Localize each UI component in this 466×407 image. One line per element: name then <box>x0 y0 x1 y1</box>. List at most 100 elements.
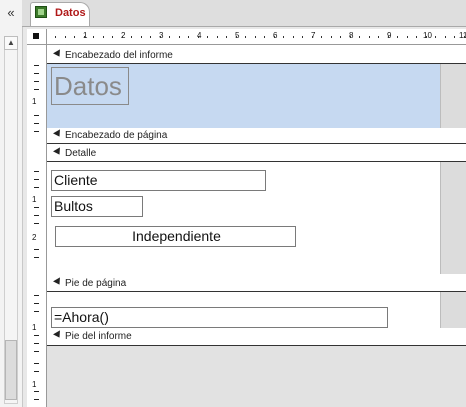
ruler-tick <box>283 36 284 38</box>
vruler-tick <box>34 371 39 372</box>
ruler-tick <box>378 36 379 38</box>
ruler-tick <box>197 36 199 38</box>
section-label: Detalle <box>65 148 97 159</box>
vruler-tick <box>34 81 39 82</box>
ruler-tick <box>245 36 246 38</box>
ruler-tick <box>74 36 75 38</box>
vruler-tick <box>34 295 39 296</box>
report-icon <box>35 6 47 18</box>
horizontal-ruler[interactable]: 1 2 3 4 5 6 7 8 9 10 11 <box>47 29 466 45</box>
ruler-tick <box>140 36 142 38</box>
ruler-tick <box>416 36 417 38</box>
ruler-tick <box>207 36 208 38</box>
ruler-tick <box>159 36 161 38</box>
ruler-tick <box>112 36 113 38</box>
ruler-tick <box>64 36 66 38</box>
ruler-tick <box>292 36 294 38</box>
section-arrow-icon <box>53 149 61 157</box>
ruler-tick <box>463 36 465 38</box>
ruler-tick <box>216 36 218 38</box>
ruler-tick <box>55 36 56 38</box>
vruler-tick <box>34 215 39 216</box>
ruler-tick <box>131 36 132 38</box>
vruler-tick <box>34 207 39 208</box>
ruler-tick <box>444 36 446 38</box>
ruler-tick <box>226 36 227 38</box>
ruler-tick <box>349 36 351 38</box>
independiente-textbox[interactable]: Independiente <box>55 226 296 247</box>
detail-margin <box>440 162 466 274</box>
section-arrow-icon <box>53 332 61 340</box>
vruler-tick <box>34 363 39 364</box>
section-label: Pie del informe <box>65 331 132 342</box>
ruler-number: 10 <box>423 31 432 40</box>
section-bar-detail[interactable]: Detalle <box>47 146 466 162</box>
report-title-label[interactable]: Datos <box>51 67 129 105</box>
vruler-tick <box>34 123 39 124</box>
section-arrow-icon <box>53 279 61 287</box>
section-bar-report-footer[interactable]: Pie del informe <box>47 329 466 346</box>
ruler-tick <box>254 36 256 38</box>
bultos-textbox[interactable]: Bultos <box>51 196 143 217</box>
section-label: Encabezado del informe <box>65 50 173 61</box>
ruler-tick <box>302 36 303 38</box>
ruler-tick <box>454 36 455 38</box>
vruler-number: 1 <box>32 380 37 389</box>
vruler-tick <box>34 187 39 188</box>
vruler-tick <box>34 249 39 250</box>
section-bar-page-header[interactable]: Encabezado de página <box>47 128 466 144</box>
vruler-number: 1 <box>32 323 37 332</box>
document-tab-bar: Datos <box>22 0 466 27</box>
vruler-tick <box>34 131 39 132</box>
tab-datos[interactable]: Datos <box>30 2 90 26</box>
ruler-tick <box>397 36 398 38</box>
vruler-tick <box>34 89 39 90</box>
ruler-tick <box>387 36 389 38</box>
section-label: Encabezado de página <box>65 130 168 141</box>
report-selector[interactable] <box>27 29 47 45</box>
page-footer-margin <box>440 292 466 328</box>
vruler-number: 2 <box>32 233 37 242</box>
ruler-tick <box>321 36 322 38</box>
section-arrow-icon <box>53 51 61 59</box>
vruler-tick <box>34 179 39 180</box>
ruler-tick <box>150 36 151 38</box>
ruler-tick <box>435 36 436 38</box>
ruler-tick <box>264 36 265 38</box>
section-arrow-icon <box>53 131 61 139</box>
report-header-margin <box>440 64 466 128</box>
ruler-tick <box>311 36 313 38</box>
ruler-tick <box>359 36 360 38</box>
ruler-tick <box>340 36 341 38</box>
section-bar-report-header[interactable]: Encabezado del informe <box>47 48 466 64</box>
ruler-tick <box>178 36 180 38</box>
scroll-up-button[interactable]: ▲ <box>4 36 18 50</box>
ruler-tick <box>330 36 332 38</box>
expand-nav-pane-button[interactable]: « <box>3 5 19 21</box>
vruler-tick <box>34 399 39 400</box>
vruler-number: 1 <box>32 195 37 204</box>
ruler-tick <box>102 36 104 38</box>
ruler-tick <box>93 36 94 38</box>
cliente-textbox[interactable]: Cliente <box>51 170 266 191</box>
vruler-number: 1 <box>32 97 37 106</box>
vruler-tick <box>34 171 39 172</box>
ahora-textbox[interactable]: =Ahora() <box>51 307 388 328</box>
scrollbar-thumb[interactable] <box>5 340 17 400</box>
ruler-tick <box>121 36 123 38</box>
vruler-tick <box>34 311 39 312</box>
vruler-tick <box>34 351 39 352</box>
section-bar-page-footer[interactable]: Pie de página <box>47 276 466 292</box>
vruler-tick <box>34 391 39 392</box>
ruler-number: 11 <box>459 31 466 40</box>
ruler-tick <box>188 36 189 38</box>
ruler-tick <box>273 36 275 38</box>
ruler-tick <box>425 36 427 38</box>
vruler-tick <box>34 223 39 224</box>
section-label: Pie de página <box>65 278 127 289</box>
vruler-tick <box>34 303 39 304</box>
ruler-tick <box>406 36 408 38</box>
ruler-tick <box>368 36 370 38</box>
tab-label: Datos <box>55 7 86 19</box>
vruler-tick <box>34 343 39 344</box>
